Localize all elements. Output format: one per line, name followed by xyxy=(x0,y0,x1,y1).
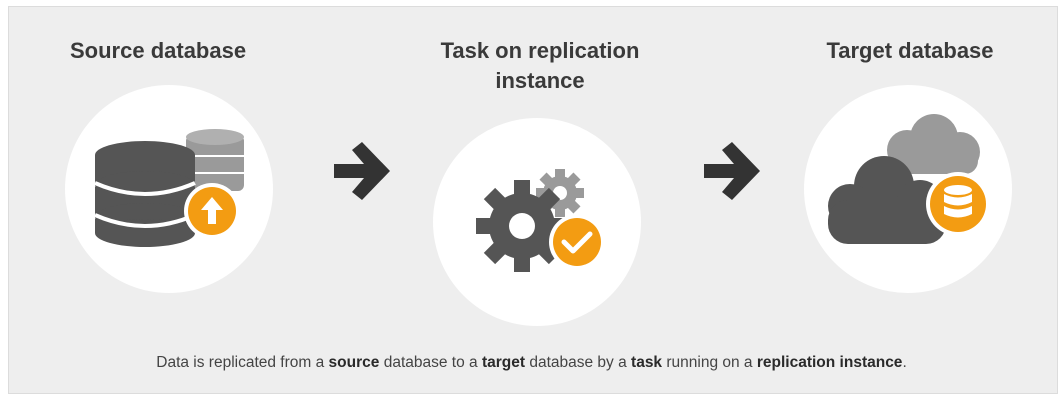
database-badge-icon xyxy=(926,172,990,236)
database-upload-icon xyxy=(94,129,244,247)
step-title-source: Source database xyxy=(70,38,247,63)
gears-check-icon xyxy=(476,169,605,272)
cloud-database-icon xyxy=(828,114,990,244)
upload-badge-icon xyxy=(184,183,240,239)
arrow-right-icon xyxy=(334,142,390,200)
check-badge-icon xyxy=(549,214,605,270)
arrow-right-icon xyxy=(704,142,760,200)
step-title-target: Target database xyxy=(826,38,994,63)
diagram-caption: Data is replicated from a source databas… xyxy=(156,354,907,371)
step-title-task: Task on replication instance xyxy=(440,38,640,93)
